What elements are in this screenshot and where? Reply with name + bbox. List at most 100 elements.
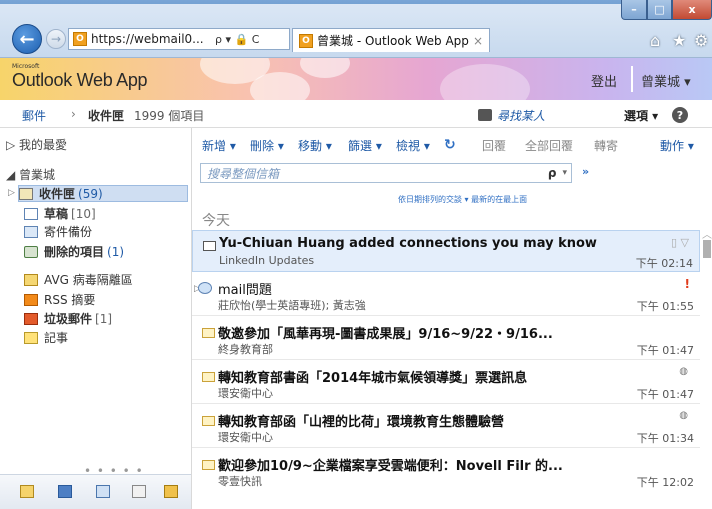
actions-button[interactable]: 動作 ▾: [660, 137, 694, 154]
delete-button[interactable]: 刪除 ▾: [250, 137, 284, 154]
folder-junk[interactable]: 垃圾郵件 [1]: [24, 310, 184, 327]
envelope-icon: [202, 416, 215, 426]
options-menu[interactable]: 選項 ▾: [624, 107, 658, 124]
message-sender: LinkedIn Updates: [219, 254, 315, 267]
refresh-icon[interactable]: ↻: [444, 137, 456, 153]
new-button[interactable]: 新增 ▾: [202, 137, 236, 154]
draft-count: [10]: [71, 206, 96, 221]
inbox-folder-icon: [19, 187, 33, 200]
message-time: 下午 01:47: [636, 388, 694, 401]
flag-icon[interactable]: ▯ ▽: [671, 236, 689, 249]
message-subject: 轉知教育部書函「2014年城市氣候領導獎」票選訊息: [218, 371, 528, 386]
folder-notes[interactable]: 記事: [24, 329, 184, 346]
message-time: 下午 01:34: [636, 432, 694, 445]
message-time: 下午 12:02: [636, 476, 694, 489]
breadcrumb-separator: ›: [71, 107, 76, 121]
message-time: 下午 01:55: [636, 300, 694, 313]
mail-icon[interactable]: [20, 485, 34, 498]
address-bar[interactable]: O https://webmail0... ρ ▾ 🔒 C: [68, 28, 290, 50]
message-item[interactable]: 轉知教育部書函「2014年城市氣候領導獎」票選訊息 環安衛中心 ◍ 下午 01:…: [192, 362, 700, 404]
folder-drafts[interactable]: 草稿 [10]: [24, 205, 184, 222]
folder-label: AVG 病毒隔離區: [44, 273, 133, 287]
checkbox-icon[interactable]: [203, 241, 216, 251]
close-button[interactable]: x: [672, 0, 712, 20]
address-url[interactable]: https://webmail0...: [91, 32, 211, 46]
favorites-star-icon[interactable]: ★: [672, 31, 686, 50]
back-button[interactable]: ←: [12, 24, 42, 54]
maximize-button[interactable]: □: [647, 0, 672, 20]
search-input[interactable]: 搜尋整個信箱: [201, 165, 548, 182]
expand-search-icon[interactable]: »: [582, 165, 589, 178]
address-bar-icons[interactable]: ρ ▾ 🔒 C: [215, 33, 259, 46]
message-subject: 敬邀參加「風華再現-圖書成果展」9/16~9/22・9/16...: [218, 327, 553, 342]
folder-deleted[interactable]: 刪除的項目 (1): [24, 243, 184, 260]
envelope-icon: [202, 328, 215, 338]
find-people-link[interactable]: 尋找某人: [497, 107, 545, 124]
header-decoration: [440, 64, 530, 100]
folder-label: 刪除的項目: [44, 245, 105, 259]
attachment-icon: ◍: [679, 410, 688, 421]
browser-tab[interactable]: O 曾業城 - Outlook Web App ×: [292, 28, 490, 52]
forward-button[interactable]: 轉寄: [594, 137, 618, 154]
microsoft-label: Microsoft: [12, 63, 40, 70]
user-menu[interactable]: 曾業城 ▾: [641, 71, 691, 90]
filter-button[interactable]: 篩選 ▾: [348, 137, 382, 154]
account-section[interactable]: ◢ 曾業城: [6, 166, 55, 183]
header-decoration: [250, 72, 310, 100]
header-divider: [631, 66, 633, 92]
expand-arrow-icon[interactable]: ▷: [8, 188, 15, 198]
home-icon[interactable]: ⌂: [650, 31, 660, 50]
message-item[interactable]: 轉知教育部函「山裡的比荷」環境教育生態體驗營 環安衛中心 ◍ 下午 01:34: [192, 406, 700, 448]
search-scope-dropdown-icon[interactable]: ▾: [562, 168, 567, 178]
reply-all-button[interactable]: 全部回覆: [525, 137, 573, 154]
breadcrumb: 郵件 › 收件匣 1999 個項目 尋找某人 選項 ▾ ?: [0, 100, 712, 128]
message-subject: 轉知教育部函「山裡的比荷」環境教育生態體驗營: [218, 415, 505, 430]
minimize-button[interactable]: –: [621, 0, 647, 20]
junk-mail-icon: [24, 312, 38, 325]
calendar-icon[interactable]: [58, 485, 72, 498]
folder-rss[interactable]: RSS 摘要: [24, 291, 184, 308]
message-subject: mail問題: [218, 283, 272, 298]
tools-gear-icon[interactable]: ⚙: [694, 31, 708, 50]
address-book-icon[interactable]: [478, 109, 492, 121]
message-time: 下午 02:14: [635, 257, 693, 270]
contacts-icon[interactable]: [96, 485, 110, 498]
tab-close-icon[interactable]: ×: [473, 34, 483, 48]
public-folders-icon[interactable]: [164, 485, 178, 498]
folder-avg-quarantine[interactable]: AVG 病毒隔離區: [24, 271, 184, 288]
envelope-icon: [202, 460, 215, 470]
drafts-icon: [24, 207, 38, 220]
message-sender: 環安衛中心: [218, 431, 273, 444]
owa-logo: Outlook Web App: [12, 70, 148, 90]
high-importance-icon: !: [684, 277, 690, 291]
message-sender: 零壹快訊: [218, 475, 262, 488]
scroll-up-icon[interactable]: ︿: [702, 226, 712, 241]
scrollbar-thumb[interactable]: [703, 240, 711, 258]
favorites-section[interactable]: ▷ 我的最愛: [6, 136, 67, 153]
breadcrumb-mail[interactable]: 郵件: [22, 107, 46, 124]
search-box[interactable]: 搜尋整個信箱 ρ ▾: [200, 163, 572, 183]
tab-title: 曾業城 - Outlook Web App: [317, 34, 469, 48]
junk-count: [1]: [95, 311, 113, 326]
notes-icon: [24, 331, 38, 344]
rss-icon: [24, 293, 38, 306]
folder-inbox[interactable]: 收件匣 (59): [18, 185, 188, 202]
message-item[interactable]: ▷ mail問題 莊欣怡(學士英語專班); 黃志強 ! 下午 01:55: [192, 274, 700, 316]
tasks-icon[interactable]: [132, 485, 146, 498]
folder-sent[interactable]: 寄件備份: [24, 223, 184, 240]
message-item[interactable]: Yu-Chiuan Huang added connections you ma…: [192, 230, 700, 272]
reply-button[interactable]: 回覆: [482, 137, 506, 154]
arrange-by[interactable]: 依日期排列的交談 ▾ 最新的在最上面: [398, 194, 527, 205]
unread-count: (59): [78, 186, 103, 201]
message-item[interactable]: 歡迎參加10/9~企業檔案享受雲端便利：Novell Filr 的... 零壹快…: [192, 450, 700, 492]
forward-button[interactable]: →: [46, 29, 66, 49]
header-decoration: [300, 58, 350, 78]
message-sender: 莊欣怡(學士英語專班); 黃志強: [218, 299, 366, 312]
message-item[interactable]: 敬邀參加「風華再現-圖書成果展」9/16~9/22・9/16... 終身教育部 …: [192, 318, 700, 360]
module-switcher: [0, 474, 191, 509]
search-icon[interactable]: ρ: [548, 166, 557, 180]
view-button[interactable]: 檢視 ▾: [396, 137, 430, 154]
move-button[interactable]: 移動 ▾: [298, 137, 332, 154]
signout-link[interactable]: 登出: [591, 71, 617, 90]
help-icon[interactable]: ?: [672, 107, 688, 123]
